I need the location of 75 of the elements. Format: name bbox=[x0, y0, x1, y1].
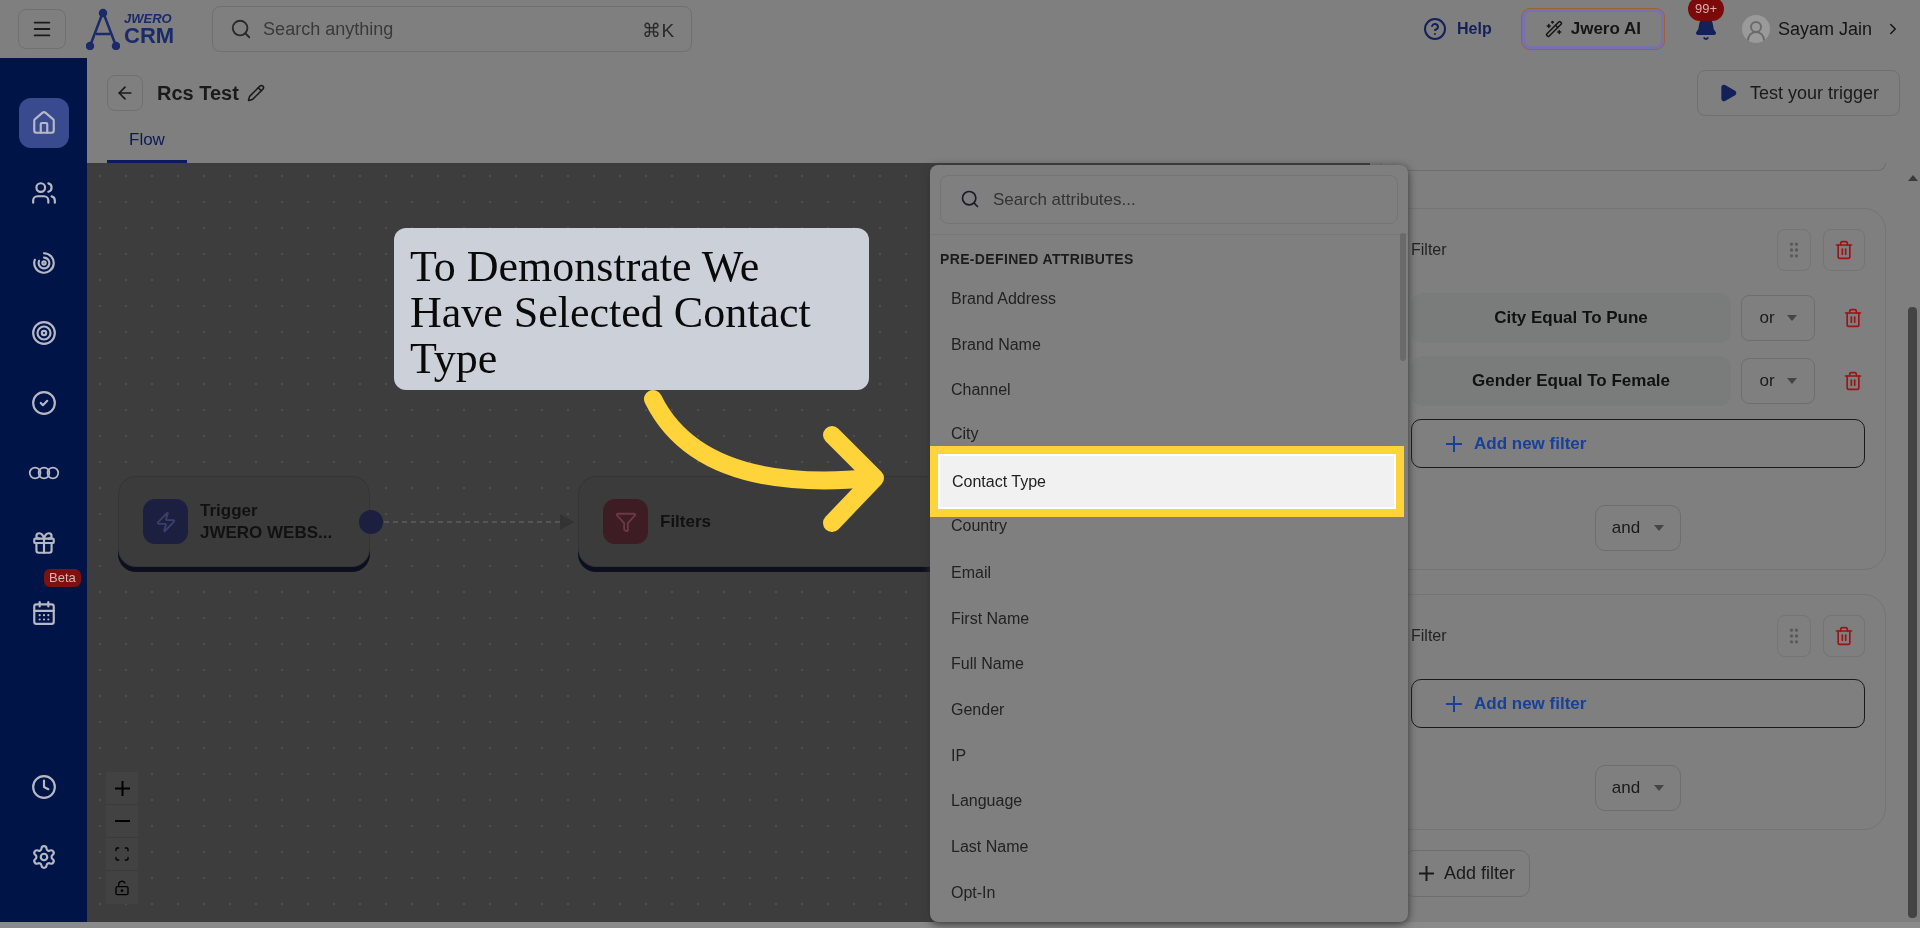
plus-icon bbox=[1446, 435, 1462, 452]
add-new-filter-button[interactable]: Add new filter bbox=[1411, 419, 1865, 468]
scrollbar-thumb[interactable] bbox=[1908, 307, 1917, 918]
operator-select[interactable]: or bbox=[1741, 358, 1815, 404]
caret-icon bbox=[1654, 785, 1665, 791]
delete-group-button[interactable] bbox=[1823, 615, 1865, 657]
attribute-option[interactable]: Channel bbox=[930, 367, 1408, 414]
trigger-node-icon bbox=[143, 499, 188, 544]
test-trigger-button[interactable]: Test your trigger bbox=[1696, 70, 1900, 116]
menu-button[interactable] bbox=[18, 9, 66, 49]
wand-icon bbox=[1544, 20, 1563, 38]
zoom-in-icon bbox=[114, 780, 130, 796]
trash-icon bbox=[1834, 626, 1854, 646]
plus-icon bbox=[1419, 866, 1434, 881]
delete-group-button[interactable] bbox=[1823, 229, 1865, 271]
attribute-option[interactable]: Brand Address bbox=[930, 276, 1408, 322]
filter-node-icon bbox=[603, 499, 648, 544]
logo-icon bbox=[86, 8, 120, 50]
clock-icon bbox=[30, 774, 57, 800]
section-heading: PRE-DEFINED ATTRIBUTES bbox=[939, 250, 1135, 269]
attribute-option[interactable]: City bbox=[930, 413, 1408, 447]
node-handle[interactable] bbox=[359, 510, 383, 534]
drag-handle[interactable] bbox=[1777, 615, 1811, 657]
caret-icon bbox=[1654, 525, 1665, 531]
user-menu[interactable]: Sayam Jain bbox=[1741, 15, 1902, 43]
beta-badge: Beta bbox=[44, 569, 81, 587]
attribute-option[interactable]: Language bbox=[930, 778, 1408, 825]
shortcut-hint: ⌘K bbox=[642, 19, 675, 43]
attribute-option[interactable]: First Name bbox=[930, 595, 1408, 642]
caret-icon bbox=[1786, 315, 1797, 321]
target-icon bbox=[30, 320, 57, 346]
logo-wordmark: JWERO bbox=[124, 11, 173, 25]
joiner-select[interactable]: and bbox=[1595, 505, 1681, 551]
condition-pill[interactable]: City Equal To Pune bbox=[1411, 293, 1731, 343]
help-button[interactable]: Help bbox=[1423, 17, 1492, 41]
filter-label: Filter bbox=[1411, 240, 1448, 260]
attribute-option[interactable]: Contact Type bbox=[938, 454, 1396, 510]
callout-text: To Demonstrate We Have Selected Contact Type bbox=[410, 244, 812, 382]
help-icon bbox=[1423, 17, 1448, 41]
attribute-search-field[interactable]: Search attributes... bbox=[940, 175, 1398, 224]
edit-icon[interactable] bbox=[246, 84, 265, 102]
add-new-filter-button[interactable]: Add new filter bbox=[1411, 679, 1865, 728]
ai-button[interactable]: Jwero AI bbox=[1521, 9, 1664, 49]
gift-icon bbox=[30, 530, 57, 556]
calendar-icon bbox=[30, 600, 57, 626]
logo-title: CRM bbox=[124, 24, 175, 47]
trash-icon[interactable] bbox=[1843, 371, 1863, 391]
back-button[interactable] bbox=[107, 75, 143, 111]
attribute-option[interactable]: Gender bbox=[930, 687, 1408, 733]
scroll-up-icon[interactable] bbox=[1908, 175, 1918, 181]
avatar-icon bbox=[1741, 15, 1770, 43]
radar-icon bbox=[30, 250, 57, 276]
users-icon bbox=[30, 180, 57, 206]
joiner-select[interactable]: and bbox=[1595, 765, 1681, 811]
search-icon bbox=[230, 18, 253, 40]
drag-handle[interactable] bbox=[1777, 229, 1811, 271]
fit-view-icon bbox=[114, 846, 130, 862]
notification-badge: 99+ bbox=[1687, 0, 1724, 21]
plus-icon bbox=[1446, 695, 1462, 712]
filter-label: Filter bbox=[1411, 626, 1448, 646]
home-icon bbox=[30, 110, 57, 136]
search-icon bbox=[960, 189, 980, 209]
caret-icon bbox=[1786, 378, 1797, 384]
home-nav-button[interactable] bbox=[18, 98, 69, 148]
attribute-option[interactable]: Full Name bbox=[930, 641, 1408, 688]
trash-icon[interactable] bbox=[1843, 308, 1863, 328]
trash-icon bbox=[1834, 240, 1854, 260]
operator-select[interactable]: or bbox=[1741, 295, 1815, 341]
check-icon bbox=[30, 390, 57, 416]
settings-icon bbox=[30, 844, 57, 870]
page-title: Rcs Test bbox=[157, 81, 239, 106]
attribute-option[interactable]: IP bbox=[930, 732, 1408, 779]
unlock-icon bbox=[114, 879, 130, 896]
condition-pill[interactable]: Gender Equal To Female bbox=[1411, 356, 1731, 406]
attribute-option[interactable]: Brand Name bbox=[930, 321, 1408, 368]
